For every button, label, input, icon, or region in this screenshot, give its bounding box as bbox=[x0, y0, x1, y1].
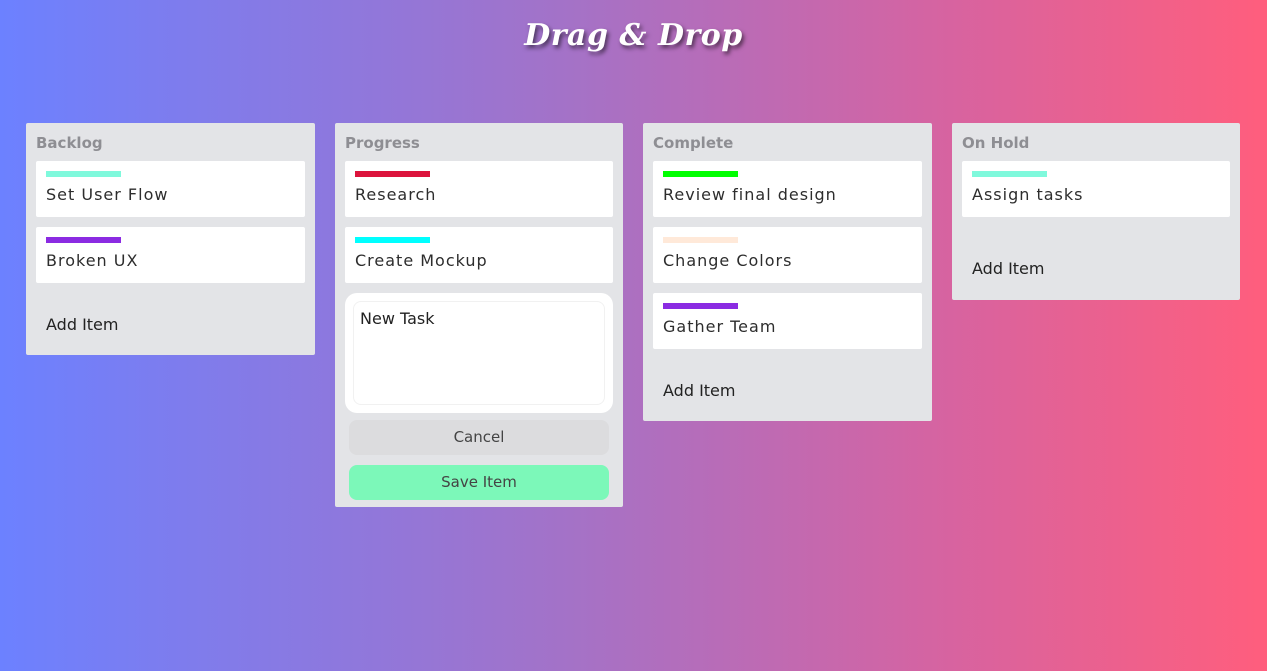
card-color-bar bbox=[46, 237, 121, 243]
column-title: Backlog bbox=[36, 134, 103, 152]
card-color-bar bbox=[46, 171, 121, 177]
task-card[interactable]: Assign tasks bbox=[962, 161, 1230, 217]
card-text: Review final design bbox=[663, 185, 837, 204]
add-item-button[interactable]: Add Item bbox=[653, 359, 922, 421]
card-color-bar bbox=[663, 171, 738, 177]
card-color-bar bbox=[972, 171, 1047, 177]
column-on-hold: On Hold Assign tasks Add Item bbox=[952, 123, 1240, 300]
card-color-bar bbox=[355, 171, 430, 177]
column-title: Complete bbox=[653, 134, 734, 152]
card-text: Broken UX bbox=[46, 251, 139, 270]
task-card[interactable]: Change Colors bbox=[653, 227, 922, 283]
column-title: On Hold bbox=[962, 134, 1030, 152]
add-item-button[interactable]: Add Item bbox=[962, 227, 1230, 300]
card-text: Gather Team bbox=[663, 317, 777, 336]
cancel-button[interactable]: Cancel bbox=[349, 420, 609, 455]
column-title: Progress bbox=[345, 134, 420, 152]
card-color-bar bbox=[663, 237, 738, 243]
add-item-button[interactable]: Add Item bbox=[36, 293, 305, 355]
save-item-button[interactable]: Save Item bbox=[349, 465, 609, 500]
card-text: Change Colors bbox=[663, 251, 793, 270]
card-color-bar bbox=[355, 237, 430, 243]
task-card[interactable]: Create Mockup bbox=[345, 227, 613, 283]
app-title: Drag & Drop bbox=[524, 18, 743, 53]
card-text: Set User Flow bbox=[46, 185, 169, 204]
new-task-container: New Task bbox=[345, 293, 613, 413]
task-card[interactable]: Set User Flow bbox=[36, 161, 305, 217]
column-backlog: Backlog Set User Flow Broken UX Add Item bbox=[26, 123, 315, 355]
task-card[interactable]: Gather Team bbox=[653, 293, 922, 349]
card-text: Create Mockup bbox=[355, 251, 488, 270]
new-task-input[interactable]: New Task bbox=[353, 301, 605, 405]
card-text: Assign tasks bbox=[972, 185, 1084, 204]
card-color-bar bbox=[663, 303, 738, 309]
column-progress: Progress Research Create Mockup New Task… bbox=[335, 123, 623, 507]
task-card[interactable]: Research bbox=[345, 161, 613, 217]
task-card[interactable]: Review final design bbox=[653, 161, 922, 217]
card-text: Research bbox=[355, 185, 437, 204]
task-card[interactable]: Broken UX bbox=[36, 227, 305, 283]
column-complete: Complete Review final design Change Colo… bbox=[643, 123, 932, 421]
